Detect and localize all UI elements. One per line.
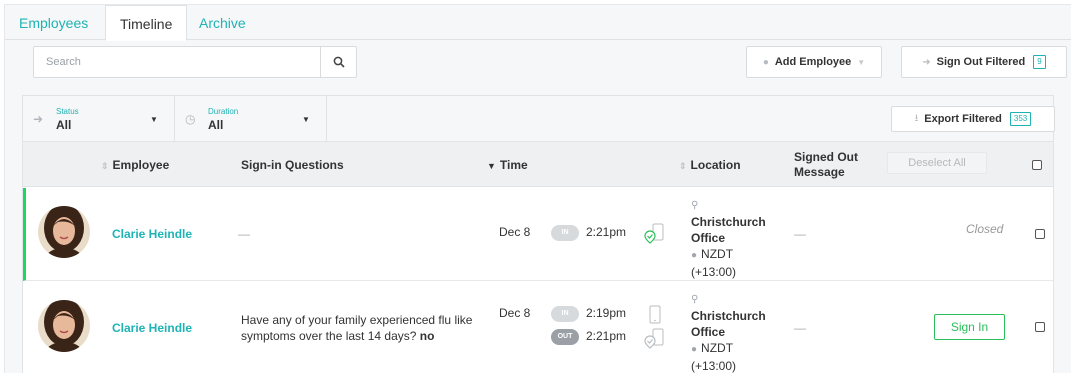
signed-out-message: — — [794, 227, 806, 241]
in-pill: IN — [551, 225, 579, 241]
tab-timeline[interactable]: Timeline — [105, 5, 188, 41]
status-filter-label: Status — [56, 107, 79, 116]
timeline-panel: ➜ Status All ▼ ◷ Duration All ▼ ⭳ Export… — [22, 95, 1055, 373]
user-icon: ● — [762, 56, 769, 68]
employee-column-header[interactable]: ⇕ Employee — [101, 158, 169, 174]
sign-in-question: — — [238, 227, 250, 241]
search-button[interactable] — [320, 47, 356, 77]
sign-in-icon: ➜ — [33, 112, 44, 126]
sign-out-icon: ➜ — [922, 56, 931, 68]
sign-in-time: 2:21pm — [586, 225, 627, 239]
globe-icon: ● — [691, 344, 698, 355]
timezone: ● NZDT (+13:00) — [691, 247, 737, 279]
location-name: Christchurch Office — [691, 215, 766, 245]
avatar — [38, 206, 90, 258]
location-verified-device-icon — [644, 222, 666, 247]
search-box — [33, 46, 357, 78]
globe-icon: ● — [691, 250, 698, 261]
chevron-down-icon: ▼ — [150, 115, 158, 124]
row-checkbox[interactable] — [1035, 229, 1045, 239]
map-pin-icon: ⚲ — [691, 200, 699, 211]
sort-icon: ⇕ — [101, 161, 109, 171]
duration-filter-label: Duration — [208, 107, 239, 116]
app-frame: Employees Timeline Archive ● Add Employe… — [4, 4, 1071, 373]
sign-out-filtered-label: Sign Out Filtered — [936, 56, 1026, 68]
table-header: ⇕ Employee Sign-in Questions ▼ Time ⇕ Locat… — [23, 142, 1053, 187]
export-count-badge: 353 — [1009, 112, 1032, 126]
chevron-down-icon: ▼ — [857, 57, 866, 67]
status-filter[interactable]: ➜ Status All ▼ — [23, 96, 175, 142]
employee-name[interactable]: Clarie Heindle — [112, 321, 192, 335]
download-icon: ⭳ — [914, 112, 919, 124]
phone-icon — [644, 305, 666, 328]
sign-out-filtered-button[interactable]: ➜ Sign Out Filtered 9 — [901, 46, 1067, 78]
duration-filter-value: All — [208, 118, 224, 132]
sign-in-time: 2:19pm — [586, 306, 627, 320]
questions-column-header: Sign-in Questions — [241, 158, 344, 172]
time-column-header[interactable]: ▼ Time — [487, 158, 528, 174]
entry-date: Dec 8 — [499, 225, 531, 239]
signed-out-message-column-header: Signed Out Message — [794, 150, 858, 179]
sign-in-button[interactable]: Sign In — [934, 314, 1005, 340]
location-unverified-device-icon — [644, 327, 666, 352]
employee-name[interactable]: Clarie Heindle — [112, 227, 192, 241]
sign-out-count-badge: 9 — [1033, 55, 1046, 69]
table-row: Clarie Heindle Have any of your family e… — [23, 282, 1053, 373]
map-pin-icon: ⚲ — [691, 294, 699, 305]
search-input[interactable] — [34, 47, 321, 77]
status-filter-value: All — [56, 118, 72, 132]
export-filtered-button[interactable]: ⭳ Export Filtered 353 — [891, 106, 1055, 132]
search-icon — [333, 56, 345, 68]
export-filtered-label: Export Filtered — [924, 113, 1002, 125]
tab-employees[interactable]: Employees — [5, 5, 102, 40]
clock-icon: ◷ — [185, 112, 196, 126]
deselect-all-button[interactable]: Deselect All — [887, 152, 987, 174]
in-pill: IN — [551, 306, 579, 322]
chevron-down-icon: ▼ — [302, 115, 310, 124]
sign-out-time: 2:21pm — [586, 329, 627, 343]
sort-desc-icon: ▼ — [487, 161, 496, 171]
sign-in-question: Have any of your family experienced flu … — [241, 313, 473, 343]
avatar — [38, 300, 90, 352]
add-employee-label: Add Employee — [774, 56, 852, 68]
out-pill: OUT — [551, 329, 579, 345]
question-answer: no — [419, 329, 435, 343]
timezone: ● NZDT (+13:00) — [691, 341, 737, 373]
signed-out-message: — — [794, 321, 806, 335]
location-cell: ⚲ Christchurch Office ● NZDT (+13:00) — [691, 292, 781, 373]
duration-filter[interactable]: ◷ Duration All ▼ — [175, 96, 327, 142]
location-column-header[interactable]: ⇕ Location — [679, 158, 741, 174]
tab-bar: Employees Timeline Archive — [5, 5, 1071, 41]
entry-date: Dec 8 — [499, 306, 531, 320]
table-row: Clarie Heindle — Dec 8 IN 2:21pm ⚲ Chris… — [23, 188, 1053, 281]
filter-bar: ➜ Status All ▼ ◷ Duration All ▼ ⭳ Export… — [23, 96, 1055, 142]
row-checkbox[interactable] — [1035, 322, 1045, 332]
select-all-checkbox[interactable] — [1032, 160, 1042, 170]
location-cell: ⚲ Christchurch Office ● NZDT (+13:00) — [691, 198, 781, 280]
add-employee-button[interactable]: ● Add Employee ▼ — [746, 46, 882, 78]
location-name: Christchurch Office — [691, 309, 766, 339]
tab-archive[interactable]: Archive — [185, 5, 260, 40]
status-closed: Closed — [966, 222, 1004, 236]
sort-icon: ⇕ — [679, 161, 687, 171]
